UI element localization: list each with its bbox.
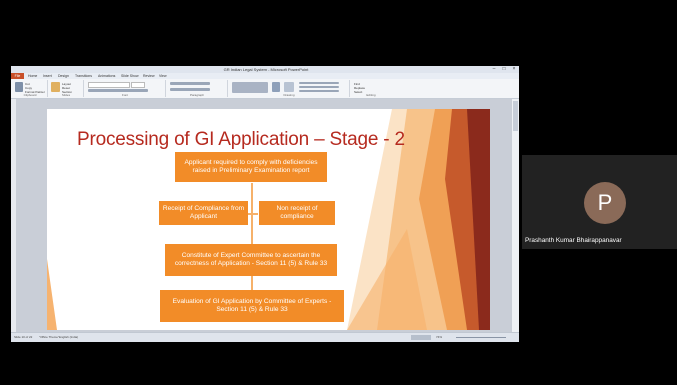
participant-tile[interactable]: P Prashanth Kumar Bhairappanavar: [522, 155, 677, 249]
zoom-slider[interactable]: [456, 337, 506, 338]
participant-name: Prashanth Kumar Bhairappanavar: [525, 237, 622, 244]
clipboard-group: Cut Copy Format Painter Clipboard: [13, 80, 48, 97]
drawing-group-label: Drawing: [283, 93, 295, 97]
maximize-button[interactable]: □: [499, 66, 509, 73]
scrollbar-thumb[interactable]: [513, 101, 518, 131]
zoom-level[interactable]: 74%: [436, 333, 442, 342]
slides-group: Layout Reset Section Slides: [49, 80, 84, 97]
flow-box-receipt-compliance: Receipt of Compliance from Applicant: [159, 201, 248, 225]
powerpoint-window: GR Indian Legal System - Microsoft Power…: [11, 66, 519, 342]
paste-icon[interactable]: [15, 82, 23, 92]
font-format-buttons[interactable]: [88, 89, 148, 92]
font-size-select[interactable]: [131, 82, 145, 88]
shape-fill-button[interactable]: [299, 82, 339, 84]
quick-access-toolbar[interactable]: [13, 67, 35, 80]
editing-group: Find Replace Select Editing: [351, 80, 391, 97]
clipboard-group-label: Clipboard: [23, 93, 37, 97]
shape-outline-button[interactable]: [299, 86, 339, 88]
theme-name: "Office Theme": [39, 335, 60, 339]
slide[interactable]: Processing of GI Application – Stage - 2…: [47, 109, 490, 330]
window-title: GR Indian Legal System - Microsoft Power…: [223, 67, 309, 72]
flow-connector: [251, 183, 253, 295]
view-buttons[interactable]: [411, 335, 431, 340]
vertical-ruler: [11, 99, 16, 332]
paragraph-group-label: Paragraph: [189, 93, 204, 97]
drawing-group: Drawing: [229, 80, 350, 97]
slide-counter: Slide 10 of 22: [14, 335, 33, 339]
vertical-scrollbar[interactable]: [512, 99, 519, 332]
slide-title: Processing of GI Application – Stage - 2: [77, 129, 405, 150]
ribbon: Cut Copy Format Painter Clipboard Layout…: [11, 79, 519, 99]
flow-box-evaluation: Evaluation of GI Application by Committe…: [160, 290, 344, 322]
arrange-icon[interactable]: [272, 82, 280, 92]
font-group: Font: [85, 80, 166, 97]
quick-styles-icon[interactable]: [284, 82, 294, 92]
new-slide-icon[interactable]: [51, 82, 60, 92]
close-button[interactable]: ×: [509, 66, 519, 73]
shapes-gallery[interactable]: [232, 82, 268, 93]
flow-box-deficiency-compliance: Applicant required to comply with defici…: [175, 152, 327, 182]
align-buttons[interactable]: [170, 88, 210, 91]
font-name-select[interactable]: [88, 82, 130, 88]
minimize-button[interactable]: –: [489, 66, 499, 73]
list-buttons[interactable]: [170, 82, 210, 85]
language-indicator[interactable]: English (India): [59, 333, 78, 342]
slide-editing-area: Processing of GI Application – Stage - 2…: [11, 99, 519, 332]
paragraph-group: Paragraph: [167, 80, 228, 97]
slides-group-label: Slides: [61, 93, 71, 97]
flow-box-non-receipt: Non receipt of compliance: [259, 201, 335, 225]
status-bar: Slide 10 of 22 "Office Theme" English (I…: [11, 332, 519, 342]
title-bar: GR Indian Legal System - Microsoft Power…: [11, 66, 519, 80]
font-group-label: Font: [121, 93, 128, 97]
editing-group-label: Editing: [366, 93, 376, 97]
avatar: P: [584, 182, 626, 224]
flow-box-expert-committee: Constitute of Expert Committee to ascert…: [165, 244, 337, 276]
shape-effects-button[interactable]: [299, 90, 339, 92]
